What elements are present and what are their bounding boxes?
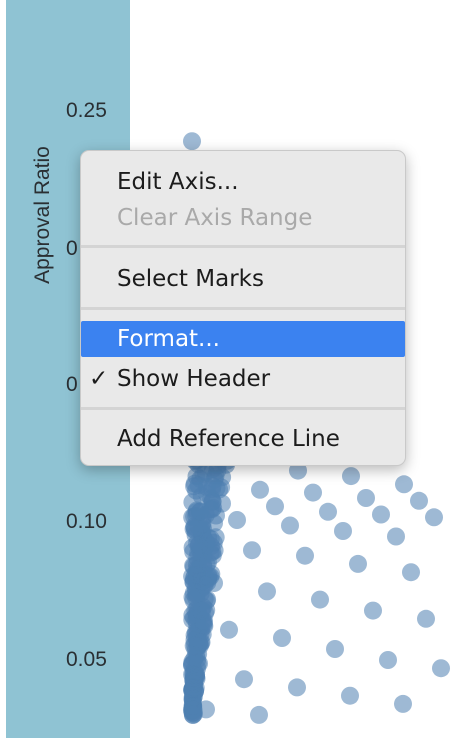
scatter-point (235, 670, 253, 689)
scatter-point (394, 694, 412, 713)
scatter-point (183, 132, 201, 151)
scatter-point (213, 494, 231, 513)
y-tick-label-partial: 0 (66, 373, 78, 396)
scatter-point (410, 491, 428, 510)
menu-item-edit-axis[interactable]: Edit Axis... (81, 164, 405, 200)
scatter-point (357, 489, 375, 507)
menu-item-format[interactable]: Format... (81, 321, 405, 357)
scatter-point (191, 502, 210, 521)
context-menu: Edit Axis... Clear Axis Range Select Mar… (80, 150, 406, 466)
scatter-point (288, 678, 306, 697)
scatter-point (198, 478, 216, 497)
y-axis-title: Approval Ratio (31, 146, 54, 284)
menu-separator (81, 407, 405, 410)
menu-item-label: Clear Axis Range (117, 205, 313, 231)
checkmark-icon: ✓ (89, 366, 109, 392)
scatter-point (193, 601, 212, 620)
scatter-point (387, 527, 405, 546)
scatter-point (199, 553, 217, 572)
scatter-point (197, 700, 215, 719)
menu-item-show-header[interactable]: ✓ Show Header (81, 361, 405, 397)
menu-item-select-marks[interactable]: Select Marks (81, 261, 405, 297)
scatter-point (379, 651, 397, 669)
menu-separator (81, 307, 405, 310)
scatter-point (281, 516, 299, 535)
scatter-point (296, 546, 314, 565)
menu-item-add-reference-line[interactable]: Add Reference Line (81, 421, 405, 457)
menu-separator (81, 245, 405, 248)
scatter-point (417, 609, 435, 628)
scatter-point (326, 640, 344, 658)
scatter-point (304, 483, 322, 502)
menu-item-label: Show Header (117, 366, 271, 392)
scatter-point (319, 502, 337, 521)
scatter-point (364, 601, 382, 620)
scatter-point (205, 574, 223, 593)
scatter-point (251, 480, 269, 499)
scatter-point (402, 563, 420, 582)
menu-item-label: Add Reference Line (117, 426, 340, 452)
scatter-point (341, 686, 359, 705)
menu-item-label: Select Marks (117, 266, 264, 292)
y-tick-label: 0.25 (66, 99, 107, 122)
y-tick-label: 0.10 (66, 510, 107, 533)
scatter-point (273, 629, 291, 647)
scatter-point (372, 505, 390, 524)
scatter-point (184, 636, 203, 655)
scatter-point (243, 541, 261, 560)
y-tick-label: 0.05 (66, 648, 107, 671)
scatter-point (228, 511, 246, 529)
scatter-point (190, 535, 208, 554)
scatter-point (425, 508, 443, 527)
scatter-point (311, 590, 329, 609)
y-tick-label-partial: 0 (66, 237, 78, 260)
menu-item-label: Edit Axis... (117, 169, 239, 195)
scatter-point (342, 467, 360, 486)
scatter-point (266, 497, 284, 516)
scatter-point (432, 659, 450, 678)
menu-item-label: Format... (117, 326, 220, 352)
scatter-point (334, 522, 352, 540)
scatter-point (184, 666, 203, 685)
menu-item-clear-axis-range: Clear Axis Range (81, 200, 405, 236)
scatter-point (220, 620, 238, 639)
scatter-point (395, 475, 413, 494)
scatter-point (258, 582, 276, 601)
scatter-point (250, 705, 268, 724)
scatter-point (349, 554, 367, 573)
